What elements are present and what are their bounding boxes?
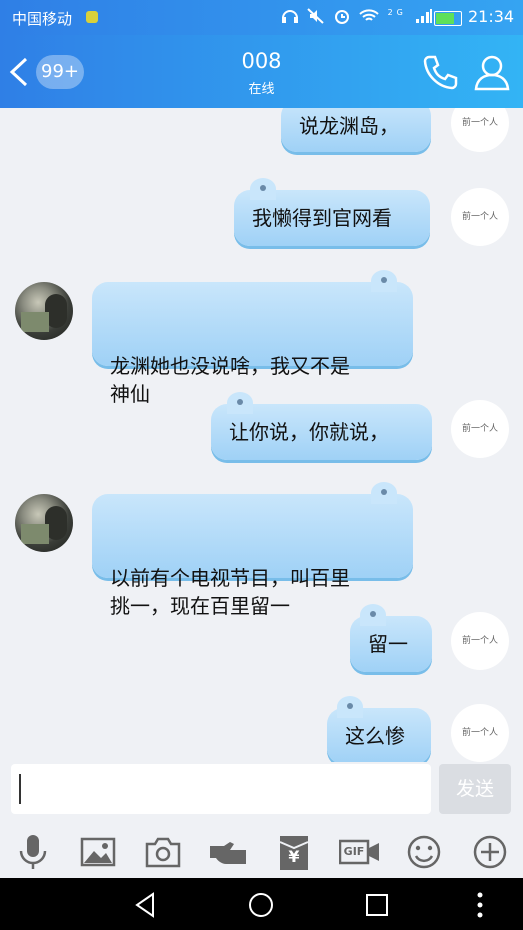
self-avatar[interactable]: 前一个人 (451, 400, 509, 458)
message-bubble[interactable]: 这么惨 (327, 696, 431, 762)
red-packet-icon[interactable] (208, 832, 248, 872)
gif-icon[interactable]: GIF (338, 832, 381, 872)
message-bubble[interactable]: 说龙渊岛， (281, 108, 431, 152)
message-text: 这么惨 (345, 724, 405, 748)
circle-home-icon (249, 893, 273, 917)
message-text: 以前有个电视节目，叫百里 挑一，现在百里留一 (110, 566, 350, 618)
message-self: 这么惨 前一个人 (0, 696, 523, 762)
self-avatar-text: 前一个人 (461, 424, 498, 434)
headphones-icon (282, 10, 298, 23)
wifi-icon (359, 9, 380, 21)
network-label: 2G (387, 8, 407, 17)
system-nav-bar (0, 878, 523, 930)
self-avatar-text: 前一个人 (461, 728, 498, 738)
emoji-icon[interactable] (404, 832, 444, 872)
self-avatar[interactable]: 前一个人 (451, 704, 509, 762)
unread-badge: 99+ (36, 55, 84, 89)
user-icon (474, 55, 510, 91)
call-button[interactable] (421, 53, 459, 91)
phone-icon (423, 55, 458, 90)
contact-name[interactable]: 008 (180, 49, 343, 73)
self-avatar-text: 前一个人 (461, 212, 498, 222)
more-vertical-icon (477, 892, 483, 918)
image-icon[interactable] (78, 832, 118, 872)
alarm-icon (335, 10, 350, 24)
composer: 发送 (0, 762, 523, 824)
message-other: 龙渊她也没说啥，我又不是 神仙 (0, 270, 523, 406)
nav-home-button[interactable] (246, 890, 276, 920)
message-self: 我懒得到官网看 前一个人 (0, 178, 523, 250)
message-list[interactable]: 说龙渊岛， 前一个人 我懒得到官网看 前一个人 龙渊她也没说啥，我又不是 神仙 … (0, 108, 523, 762)
triangle-back-icon (135, 892, 154, 918)
composer-toolbar: ¥ GIF (0, 824, 523, 878)
nav-menu-button[interactable] (465, 890, 495, 920)
message-bubble[interactable]: 让你说，你就说， (211, 392, 432, 460)
message-input[interactable] (11, 764, 431, 814)
text-caret (19, 774, 21, 804)
message-text: 说龙渊岛， (299, 114, 399, 138)
contact-status: 在线 (248, 82, 275, 97)
chat-header: 99+ 008 在线 (0, 35, 523, 108)
nav-back-button[interactable] (131, 890, 161, 920)
message-bubble[interactable]: 留一 (350, 604, 432, 672)
self-avatar-text: 前一个人 (461, 636, 498, 646)
self-avatar[interactable]: 前一个人 (451, 108, 509, 152)
message-self: 说龙渊岛， 前一个人 (0, 108, 523, 160)
message-text: 我懒得到官网看 (252, 206, 392, 230)
message-self: 留一 前一个人 (0, 604, 523, 676)
message-text: 留一 (368, 632, 408, 656)
message-bubble[interactable]: 以前有个电视节目，叫百里 挑一，现在百里留一 (92, 482, 413, 618)
message-bubble[interactable]: 龙渊她也没说啥，我又不是 神仙 (92, 270, 413, 406)
signal-icon (416, 9, 432, 23)
message-bubble[interactable]: 我懒得到官网看 (234, 178, 430, 246)
contact-avatar[interactable] (15, 494, 73, 552)
plus-icon[interactable] (470, 832, 510, 872)
chevron-left-icon (9, 57, 28, 87)
camera-icon[interactable] (143, 832, 183, 872)
square-recents-icon (366, 894, 388, 916)
self-avatar[interactable]: 前一个人 (451, 188, 509, 246)
self-avatar-text: 前一个人 (461, 118, 498, 128)
mute-icon (307, 8, 324, 24)
message-self: 让你说，你就说， 前一个人 (0, 392, 523, 464)
message-other: 以前有个电视节目，叫百里 挑一，现在百里留一 (0, 482, 523, 618)
battery-icon (434, 11, 462, 26)
contact-avatar[interactable] (15, 282, 73, 340)
status-icons: 2G (281, 8, 433, 28)
gif-label: GIF (343, 845, 365, 858)
back-button[interactable]: 99+ (8, 53, 84, 91)
yuan-icon[interactable]: ¥ (274, 832, 314, 872)
send-button[interactable]: 发送 (439, 764, 511, 814)
carrier-label: 中国移动 (12, 10, 73, 28)
status-bar: 中国移动 2G 21:34 (0, 0, 523, 35)
profile-button[interactable] (473, 53, 511, 91)
nav-recents-button[interactable] (362, 890, 392, 920)
clock: 21:34 (468, 7, 515, 26)
wechat-notify-icon (86, 11, 98, 23)
self-avatar[interactable]: 前一个人 (451, 612, 509, 670)
message-text: 让你说，你就说， (229, 420, 389, 444)
microphone-icon[interactable] (13, 832, 53, 872)
yuan-label: ¥ (288, 847, 300, 866)
